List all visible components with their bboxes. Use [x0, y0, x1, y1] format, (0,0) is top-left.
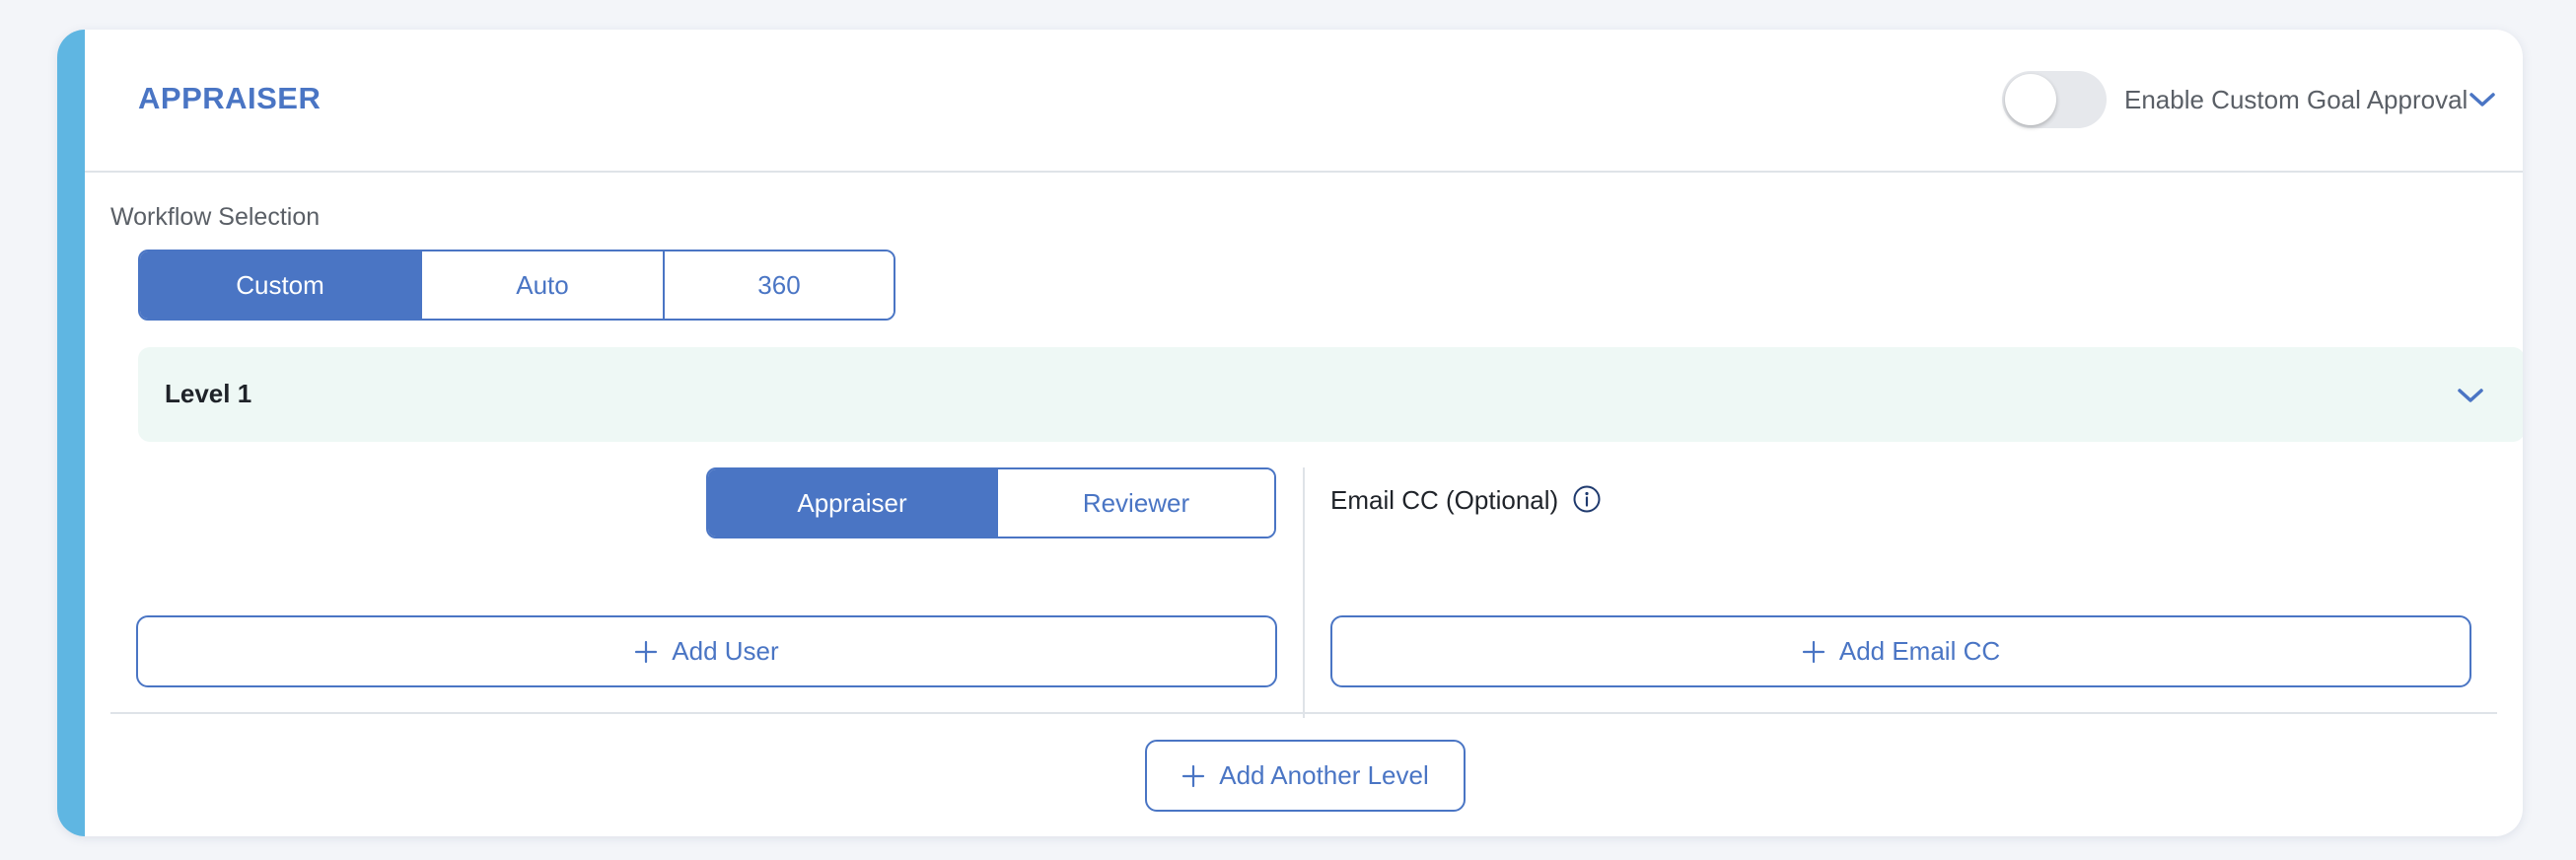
info-icon[interactable] [1572, 484, 1602, 514]
column-divider [1303, 467, 1305, 718]
plus-icon [1802, 640, 1825, 663]
level-1-header[interactable]: Level 1 [138, 347, 2523, 442]
add-email-cc-label: Add Email CC [1838, 636, 2001, 666]
plus-icon [635, 640, 658, 663]
add-user-label: Add User [672, 636, 779, 666]
toggle-label: Enable Custom Goal Approval [2124, 85, 2469, 114]
level-divider [110, 712, 2497, 714]
add-another-level-label: Add Another Level [1219, 760, 1429, 790]
plus-icon [1182, 764, 1205, 787]
add-another-level-button[interactable]: Add Another Level [1145, 740, 1466, 812]
workflow-selector: Custom Auto 360 [138, 250, 895, 321]
workflow-option-auto[interactable]: Auto [420, 251, 663, 319]
role-selector: Appraiser Reviewer [706, 467, 1276, 538]
workflow-selection-label: Workflow Selection [110, 203, 321, 231]
chevron-down-icon[interactable] [2466, 83, 2499, 116]
add-user-button[interactable]: Add User [136, 615, 1277, 687]
appraiser-card: APPRAISER Enable Custom Goal Approval Wo… [57, 30, 2523, 836]
toggle-knob [2005, 74, 2056, 125]
email-cc-label: Email CC (Optional) [1330, 485, 1559, 515]
workflow-option-custom[interactable]: Custom [140, 251, 420, 319]
section-title: APPRAISER [138, 81, 322, 115]
role-option-appraiser[interactable]: Appraiser [708, 469, 996, 537]
card-accent-bar [57, 30, 85, 836]
chevron-down-icon[interactable] [2454, 379, 2487, 412]
custom-goal-approval-toggle[interactable] [2002, 71, 2107, 128]
workflow-option-360[interactable]: 360 [663, 251, 894, 319]
role-option-reviewer[interactable]: Reviewer [996, 469, 1274, 537]
level-title: Level 1 [165, 379, 252, 408]
card-header: APPRAISER Enable Custom Goal Approval [85, 30, 2523, 173]
add-email-cc-button[interactable]: Add Email CC [1330, 615, 2471, 687]
